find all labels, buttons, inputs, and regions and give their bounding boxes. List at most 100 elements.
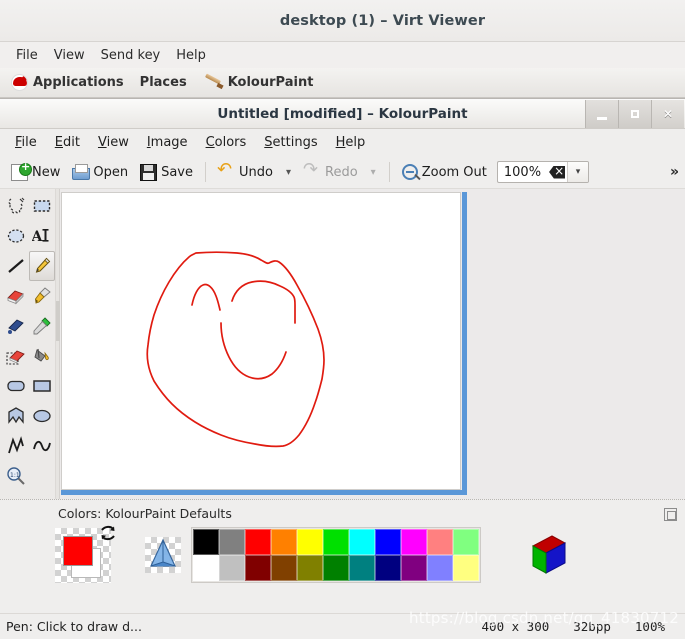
flood-fill-tool[interactable] bbox=[29, 341, 55, 371]
text-tool[interactable]: A bbox=[29, 221, 55, 251]
palette-swatch[interactable] bbox=[375, 529, 401, 555]
panel-applications-menu[interactable]: Applications bbox=[4, 71, 131, 94]
swap-colors-icon[interactable] bbox=[99, 525, 117, 543]
redo-dropdown-chevron-down-icon[interactable]: ▾ bbox=[364, 167, 383, 178]
menu-item-view[interactable]: View bbox=[46, 46, 93, 65]
tool-palette: A 1:1 bbox=[0, 189, 56, 499]
canvas-vertical-scrollbar[interactable] bbox=[56, 189, 60, 499]
kp-menu-settings[interactable]: Settings bbox=[255, 132, 326, 153]
palette-swatch[interactable] bbox=[323, 555, 349, 581]
color-palette bbox=[191, 527, 481, 583]
screen: desktop (1) – Virt Viewer File View Send… bbox=[0, 0, 685, 639]
canvas-resize-handle-right[interactable] bbox=[462, 192, 467, 490]
canvas-resize-handle-bottom[interactable] bbox=[61, 490, 467, 495]
close-icon[interactable]: ✕ bbox=[651, 100, 684, 128]
palette-swatch[interactable] bbox=[453, 529, 479, 555]
minimize-icon[interactable] bbox=[585, 100, 618, 128]
palette-swatch[interactable] bbox=[297, 555, 323, 581]
eraser-tool[interactable] bbox=[3, 281, 29, 311]
drawing-canvas[interactable] bbox=[61, 192, 461, 490]
zoom-level-combobox[interactable]: 100% ▾ bbox=[496, 161, 590, 183]
kolourpaint-toolbar: New Open Save Undo ▾ Redo ▾ bbox=[0, 156, 685, 189]
palette-swatch[interactable] bbox=[323, 529, 349, 555]
kp-menu-help[interactable]: Help bbox=[327, 132, 375, 153]
kp-menu-file[interactable]: File bbox=[6, 132, 46, 153]
rectangle-tool[interactable] bbox=[29, 371, 55, 401]
kp-menu-colors[interactable]: Colors bbox=[197, 132, 256, 153]
palette-swatch[interactable] bbox=[427, 529, 453, 555]
window-controls: ✕ bbox=[585, 100, 684, 128]
zoom-out-button-label: Zoom Out bbox=[421, 164, 487, 180]
virt-viewer-titlebar: desktop (1) – Virt Viewer bbox=[0, 0, 685, 42]
palette-swatch[interactable] bbox=[219, 529, 245, 555]
palette-swatch[interactable] bbox=[219, 555, 245, 581]
line-tool[interactable] bbox=[3, 251, 29, 281]
palette-swatch[interactable] bbox=[453, 555, 479, 581]
panel-places-menu[interactable]: Places bbox=[133, 72, 194, 93]
maximize-icon[interactable] bbox=[618, 100, 651, 128]
palette-swatch[interactable] bbox=[401, 555, 427, 581]
transparent-color-icon[interactable] bbox=[145, 537, 181, 573]
undock-icon[interactable] bbox=[664, 508, 677, 521]
palette-swatch[interactable] bbox=[349, 529, 375, 555]
palette-row-2 bbox=[193, 555, 479, 581]
palette-swatch[interactable] bbox=[271, 529, 297, 555]
open-button[interactable]: Open bbox=[66, 161, 134, 184]
kolourpaint-menubar: File Edit View Image Colors Settings Hel… bbox=[0, 129, 685, 156]
svg-text:A: A bbox=[32, 229, 44, 245]
palette-swatch[interactable] bbox=[349, 555, 375, 581]
redhat-logo-icon bbox=[11, 74, 28, 91]
zoom-tool[interactable]: 1:1 bbox=[3, 461, 29, 491]
color-dock-title: Colors: KolourPaint Defaults bbox=[58, 506, 232, 521]
palette-swatch[interactable] bbox=[297, 529, 323, 555]
canvas-drawing bbox=[146, 251, 325, 448]
toolbar-overflow-button[interactable]: » bbox=[670, 164, 679, 180]
undo-button-label: Undo bbox=[239, 164, 273, 180]
polygon-tool[interactable] bbox=[3, 401, 29, 431]
pen-tool[interactable] bbox=[29, 251, 55, 281]
undo-dropdown-chevron-down-icon[interactable]: ▾ bbox=[279, 167, 298, 178]
curve-tool[interactable] bbox=[29, 431, 55, 461]
kolourpaint-window: Untitled [modified] – KolourPaint ✕ File… bbox=[0, 98, 685, 639]
kp-menu-edit[interactable]: Edit bbox=[46, 132, 89, 153]
rounded-rectangle-tool[interactable] bbox=[3, 371, 29, 401]
save-button[interactable]: Save bbox=[134, 161, 199, 184]
menu-item-send-key[interactable]: Send key bbox=[93, 46, 169, 65]
free-form-select-tool[interactable] bbox=[3, 191, 29, 221]
foreground-background-color-selector[interactable] bbox=[55, 525, 115, 583]
elliptical-select-tool[interactable] bbox=[3, 221, 29, 251]
menu-item-help[interactable]: Help bbox=[168, 46, 214, 65]
palette-swatch[interactable] bbox=[245, 555, 271, 581]
kp-menu-image[interactable]: Image bbox=[138, 132, 197, 153]
new-button[interactable]: New bbox=[5, 161, 66, 184]
brush-tool[interactable] bbox=[29, 281, 55, 311]
open-button-label: Open bbox=[93, 164, 129, 180]
palette-swatch[interactable] bbox=[193, 555, 219, 581]
palette-swatch[interactable] bbox=[401, 529, 427, 555]
redo-button[interactable]: Redo bbox=[298, 160, 364, 184]
zoom-out-button[interactable]: Zoom Out bbox=[396, 161, 493, 183]
color-picker-tool[interactable] bbox=[29, 311, 55, 341]
color-cube-icon[interactable] bbox=[521, 532, 567, 578]
panel-places-label: Places bbox=[139, 75, 187, 90]
kp-menu-view[interactable]: View bbox=[89, 132, 138, 153]
canvas-area bbox=[56, 189, 685, 499]
polyline-tool[interactable] bbox=[3, 431, 29, 461]
menu-item-file[interactable]: File bbox=[8, 46, 46, 65]
palette-swatch[interactable] bbox=[193, 529, 219, 555]
undo-button[interactable]: Undo bbox=[212, 160, 279, 184]
palette-swatch[interactable] bbox=[375, 555, 401, 581]
flow-brush-tool[interactable] bbox=[3, 311, 29, 341]
panel-task-kolourpaint[interactable]: KolourPaint bbox=[196, 71, 321, 95]
color-eraser-tool[interactable] bbox=[3, 341, 29, 371]
redo-arrow-icon bbox=[303, 160, 321, 181]
palette-swatch[interactable] bbox=[427, 555, 453, 581]
zoom-chevron-down-icon[interactable]: ▾ bbox=[567, 162, 589, 182]
foreground-color-swatch[interactable] bbox=[63, 535, 93, 566]
palette-swatch[interactable] bbox=[245, 529, 271, 555]
rectangular-select-tool[interactable] bbox=[29, 191, 55, 221]
ellipse-tool[interactable] bbox=[29, 401, 55, 431]
clear-zoom-icon[interactable] bbox=[547, 165, 567, 179]
palette-swatch[interactable] bbox=[271, 555, 297, 581]
status-bar: Pen: Click to draw d... 400 x 300 32bpp … bbox=[0, 613, 685, 639]
